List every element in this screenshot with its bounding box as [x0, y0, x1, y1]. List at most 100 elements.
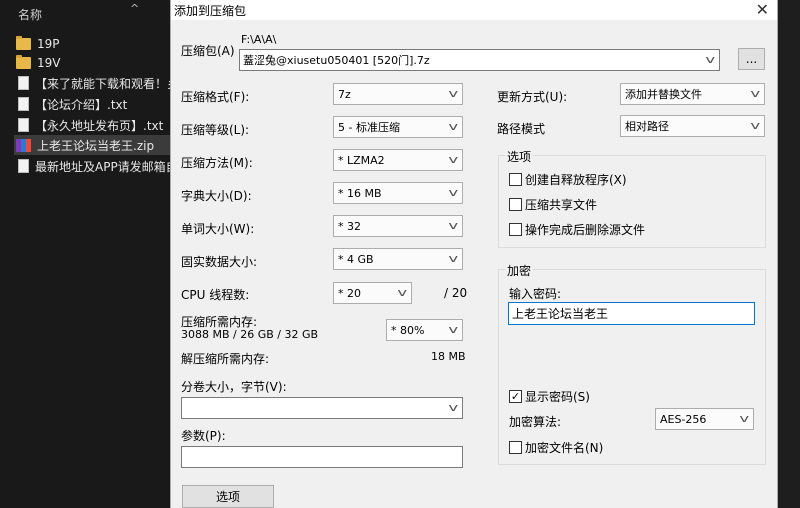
parameters-label: 参数(P):: [181, 429, 226, 443]
file-name: 最新地址及APP请发邮箱自: [35, 159, 178, 174]
options-button[interactable]: 选项: [182, 485, 274, 508]
file-explorer-panel: 名称 ^ 19P 19V 【来了就能下载和观看！乡 【论坛介绍】.txt 【永久…: [0, 0, 179, 508]
show-password-label: 显示密码(S): [525, 390, 590, 404]
cpu-threads-value: * 20: [338, 286, 361, 300]
update-mode-select[interactable]: 添加并替换文件 v: [620, 83, 765, 105]
word-size-value: * 32: [338, 219, 361, 233]
close-icon[interactable]: ✕: [756, 0, 769, 20]
level-value: 5 - 标准压缩: [338, 121, 400, 134]
encrypt-filenames-checkbox[interactable]: 加密文件名(N): [509, 439, 603, 456]
chevron-down-icon: v: [448, 120, 459, 133]
solid-size-select[interactable]: * 4 GB v: [333, 248, 463, 270]
cpu-threads-select[interactable]: * 20 v: [333, 282, 412, 304]
cpu-threads-label: CPU 线程数:: [181, 288, 250, 302]
level-label: 压缩等级(L):: [181, 123, 250, 137]
dictionary-select[interactable]: * 16 MB v: [333, 182, 463, 204]
archive-label: 压缩包(A): [181, 44, 235, 58]
text-file-icon: [18, 76, 29, 90]
chevron-down-icon: v: [448, 186, 459, 199]
archive-name-combo[interactable]: 蓋涩兔@xiusetu050401 [520门].7z v: [239, 49, 720, 71]
checkbox-box: [509, 223, 522, 236]
encryption-method-label: 加密算法:: [509, 415, 562, 429]
memory-percent-select[interactable]: * 80% v: [386, 319, 463, 341]
compress-shared-checkbox[interactable]: 压缩共享文件: [509, 196, 597, 213]
solid-size-label: 固实数据大小:: [181, 255, 258, 269]
encrypt-filenames-label: 加密文件名(N): [525, 441, 604, 455]
list-item[interactable]: 【永久地址发布页】.txt: [16, 115, 163, 135]
dialog-title: 添加到压缩包: [174, 4, 247, 18]
chevron-down-icon: v: [750, 87, 761, 100]
decompress-memory-label: 解压缩所需内存:: [181, 352, 270, 366]
word-size-label: 单词大小(W):: [181, 222, 255, 236]
text-file-icon: [18, 118, 29, 132]
checkbox-box: [509, 441, 522, 454]
memory-percent-value: * 80%: [391, 323, 425, 337]
chevron-down-icon: v: [448, 323, 459, 336]
memory-detail: 3088 MB / 26 GB / 32 GB: [181, 328, 319, 341]
column-header-name[interactable]: 名称: [18, 6, 42, 23]
list-item[interactable]: 19V: [16, 53, 60, 73]
list-item[interactable]: 19P: [16, 34, 60, 54]
format-value: 7z: [338, 87, 351, 101]
compress-shared-label: 压缩共享文件: [525, 198, 598, 212]
chevron-down-icon: v: [448, 219, 459, 232]
list-item[interactable]: 【论坛介绍】.txt: [16, 94, 127, 114]
browse-button[interactable]: ...: [738, 48, 765, 70]
create-sfx-checkbox[interactable]: 创建自释放程序(X): [509, 171, 627, 188]
show-password-checkbox[interactable]: ✓ 显示密码(S): [509, 388, 590, 405]
list-item[interactable]: 【来了就能下载和观看！乡: [16, 73, 179, 93]
method-label: 压缩方法(M):: [181, 156, 253, 170]
path-mode-label: 路径模式: [497, 122, 546, 136]
update-mode-label: 更新方式(U):: [497, 90, 568, 104]
level-select[interactable]: 5 - 标准压缩 v: [333, 116, 463, 138]
file-name: 【论坛介绍】.txt: [35, 97, 128, 112]
check-icon: ✓: [509, 390, 522, 403]
background-strip: [778, 0, 800, 508]
method-value: * LZMA2: [338, 153, 385, 167]
split-size-combo[interactable]: v: [181, 397, 463, 419]
parameters-input[interactable]: [181, 446, 463, 468]
chevron-down-icon: v: [448, 252, 459, 265]
chevron-down-icon: v: [397, 286, 408, 299]
solid-size-value: * 4 GB: [338, 252, 374, 266]
checkbox-box: [509, 173, 522, 186]
chevron-down-icon: v: [705, 53, 716, 66]
word-size-select[interactable]: * 32 v: [333, 215, 463, 237]
dictionary-value: * 16 MB: [338, 186, 382, 200]
collapse-chevron-icon[interactable]: ^: [130, 2, 139, 15]
chevron-down-icon: v: [448, 401, 459, 414]
file-name: 19V: [37, 56, 61, 70]
encryption-method-select[interactable]: AES-256 v: [655, 408, 754, 430]
add-to-archive-dialog: 添加到压缩包 ✕ 压缩包(A) F:\A\A\ 蓋涩兔@xiusetu05040…: [170, 0, 778, 508]
list-item-selected[interactable]: 上老王论坛当老王.zip: [14, 135, 170, 155]
chevron-down-icon: v: [448, 87, 459, 100]
split-size-label: 分卷大小，字节(V):: [181, 380, 287, 394]
path-mode-select[interactable]: 相对路径 v: [620, 115, 765, 137]
path-mode-value: 相对路径: [625, 120, 669, 133]
password-input[interactable]: 上老王论坛当老王: [508, 302, 755, 325]
file-name: 上老王论坛当老王.zip: [37, 138, 155, 153]
password-label: 输入密码:: [509, 287, 562, 301]
text-file-icon: [18, 159, 29, 173]
dictionary-label: 字典大小(D):: [181, 189, 252, 203]
format-label: 压缩格式(F):: [181, 90, 250, 104]
folder-icon: [16, 55, 31, 69]
checkbox-box: [509, 198, 522, 211]
dialog-titlebar[interactable]: 添加到压缩包 ✕: [171, 0, 777, 20]
decompress-memory-value: 18 MB: [431, 350, 466, 363]
file-name: 【来了就能下载和观看！乡: [35, 76, 180, 91]
method-select[interactable]: * LZMA2 v: [333, 149, 463, 171]
archive-icon: [16, 138, 31, 152]
archive-name-value: 蓋涩兔@xiusetu050401 [520门].7z: [243, 54, 430, 67]
encryption-group-title: 加密: [505, 262, 534, 279]
create-sfx-label: 创建自释放程序(X): [525, 173, 627, 187]
text-file-icon: [18, 97, 29, 111]
list-item[interactable]: 最新地址及APP请发邮箱自: [16, 156, 178, 176]
options-group-title: 选项: [505, 148, 534, 165]
delete-after-checkbox[interactable]: 操作完成后删除源文件: [509, 221, 645, 238]
chevron-down-icon: v: [448, 153, 459, 166]
file-name: 19P: [37, 37, 60, 51]
format-select[interactable]: 7z v: [333, 83, 463, 105]
folder-icon: [16, 36, 31, 50]
file-name: 【永久地址发布页】.txt: [35, 118, 164, 133]
